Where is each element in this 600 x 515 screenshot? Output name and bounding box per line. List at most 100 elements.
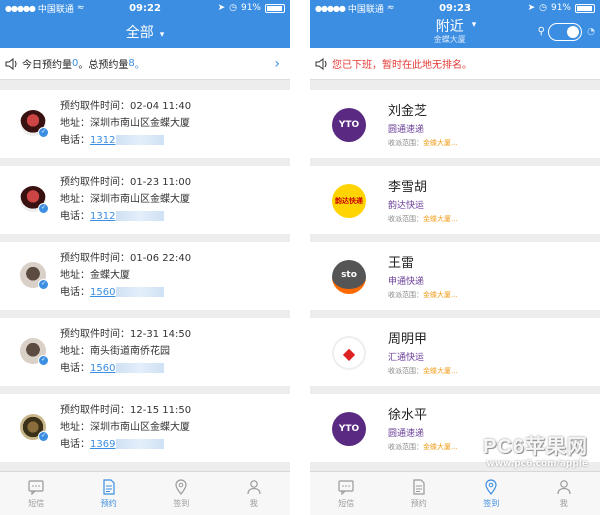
speaker-icon [315,57,327,70]
tab-messages[interactable]: 短信 [310,472,383,515]
ranking-notice: 您已下班，暂时在此地无排名。 [310,48,600,80]
yunda-logo: 韵达快递 [332,184,366,218]
phone-label: 电话： [60,287,90,298]
verified-icon: ✓ [38,203,49,214]
avatar: ✓ [20,186,49,214]
courier-company: 圆通速递 [388,429,425,439]
status-time: 09:22 [129,2,161,14]
appointment-card[interactable]: ✓ 预约取件时间：02-04 11:40 地址：深圳市南山区金蝶大厦 电话：13… [0,90,290,158]
huitong-logo: ◆ [332,336,366,370]
pickup-address: 地址：深圳市南山区金蝶大厦 [60,118,190,129]
phone-link[interactable]: 1312 [90,211,115,222]
appointment-card[interactable]: ✓ 预约取件时间：12-31 14:50 地址：南头街道南侨花园 电话：1560 [0,318,290,386]
phone-label: 电话： [60,135,90,146]
phone-label: 电话： [60,211,90,222]
nav-bar: 全部 ▾ [0,16,290,48]
masked-number [116,287,165,297]
verified-icon: ✓ [38,127,49,138]
courier-company: 汇通快运 [388,353,425,363]
filter-dropdown[interactable]: 全部 ▾ [126,22,165,42]
notice-period: 。 [134,60,145,71]
page-title: 全部 [125,25,154,41]
tab-appointments[interactable]: 预约 [73,472,146,515]
courier-company: 圆通速递 [388,125,425,135]
courier-item[interactable]: sto 王雷 申通快递 收派范围：金蝶大厦... [310,242,600,310]
offline-message: 您已下班，暂时在此地无排名。 [332,60,472,71]
phone-link[interactable]: 1312 [90,135,115,146]
tab-checkin[interactable]: 签到 [145,472,218,515]
pickup-address: 地址：深圳市南山区金蝶大厦 [60,194,190,205]
range-area: 金蝶大厦... [423,443,458,451]
avatar: ✓ [20,414,49,442]
location-dropdown[interactable]: 附近 金蝶大厦 ▾ [434,20,477,44]
tab-label: 我 [559,498,568,508]
tab-messages[interactable]: 短信 [0,472,73,515]
tab-me[interactable]: 我 [528,472,600,515]
speaker-icon [5,57,17,70]
phone-link[interactable]: 1369 [90,439,115,450]
right-phone-screen: ●●●●● 中国联通 ≈ 09:23 ➤ ◷ 91% 附近 金蝶大厦 ▾ ⚲ ◔… [310,0,600,515]
avatar: ✓ [20,110,49,138]
avatar: ✓ [20,262,49,290]
phone-link[interactable]: 1560 [90,363,115,374]
verified-icon: ✓ [38,355,49,366]
verified-icon: ✓ [38,431,49,442]
header: ●●●●● 中国联通 ≈ 09:22 ➤ ◷ 91% 全部 ▾ [0,0,290,48]
person-icon [247,479,261,494]
stats-banner[interactable]: 今日预约量 0 。总预约量 8 。 › [0,48,290,80]
header: ●●●●● 中国联通 ≈ 09:23 ➤ ◷ 91% 附近 金蝶大厦 ▾ ⚲ ◔ [310,0,600,48]
message-icon [28,479,44,495]
bell-icon: ◔ [587,27,595,37]
location-icon [485,478,497,495]
appointment-card[interactable]: ✓ 预约取件时间：01-23 11:00 地址：深圳市南山区金蝶大厦 电话：13… [0,166,290,234]
range-label: 收派范围： [388,443,423,451]
courier-name: 刘金芝 [388,104,428,119]
range-label: 收派范围： [388,291,423,299]
status-bar: ●●●●● 中国联通 ≈ 09:23 ➤ ◷ 91% [310,0,600,16]
pickup-address: 地址：南头街道南侨花园 [60,346,170,357]
tab-label: 短信 [28,498,45,508]
chevron-right-icon[interactable]: › [274,56,280,72]
range-area: 金蝶大厦... [423,215,458,223]
range-area: 金蝶大厦... [423,291,458,299]
tab-checkin[interactable]: 签到 [455,472,528,515]
tab-label: 短信 [338,498,355,508]
watermark: PC6苹果网 www.pc6.com/apple [483,430,588,469]
courier-item[interactable]: YTO 刘金芝 圆通速递 收派范围：金蝶大厦... [310,90,600,158]
pickup-address: 地址：金蝶大厦 [60,270,130,281]
courier-item[interactable]: ◆ 周明甲 汇通快运 收派范围：金蝶大厦... [310,318,600,386]
pickup-address: 地址：深圳市南山区金蝶大厦 [60,422,190,433]
courier-list: YTO 刘金芝 圆通速递 收派范围：金蝶大厦... 韵达快递 李雪胡 韵达快运 … [310,90,600,462]
courier-name: 王雷 [388,256,415,271]
status-time: 09:23 [439,2,471,14]
ranking-icon: ⚲ [537,26,545,37]
tab-label: 签到 [173,498,190,508]
range-area: 金蝶大厦... [423,139,458,147]
location-icon [175,478,187,495]
phone-link[interactable]: 1560 [90,287,115,298]
appointment-card[interactable]: ✓ 预约取件时间：12-15 11:50 地址：深圳市南山区金蝶大厦 电话：13… [0,394,290,462]
yto-logo: YTO [332,108,366,142]
verified-icon: ✓ [38,279,49,290]
pickup-time: 预约取件时间：01-23 11:00 [60,177,192,188]
watermark-title: PC6苹果网 [483,436,588,458]
left-phone-screen: ●●●●● 中国联通 ≈ 09:22 ➤ ◷ 91% 全部 ▾ 今日预约量 0 。… [0,0,290,515]
toggle-knob [567,26,579,38]
range-label: 收派范围： [388,215,423,223]
courier-company: 韵达快运 [388,201,425,211]
appointment-card[interactable]: ✓ 预约取件时间：01-06 22:40 地址：金蝶大厦 电话：1560 [0,242,290,310]
message-icon [338,479,354,495]
online-toggle[interactable] [548,23,582,41]
range-area: 金蝶大厦... [423,367,458,375]
person-icon [557,479,571,494]
tab-appointments[interactable]: 预约 [383,472,456,515]
courier-item[interactable]: 韵达快递 李雪胡 韵达快运 收派范围：金蝶大厦... [310,166,600,234]
masked-number [116,363,165,373]
tab-me[interactable]: 我 [218,472,291,515]
location-subtitle: 金蝶大厦 [433,35,466,44]
tab-label: 我 [249,498,258,508]
range-label: 收派范围： [388,367,423,375]
sto-logo: sto [332,260,366,294]
nav-bar: 附近 金蝶大厦 ▾ ⚲ ◔ [310,16,600,48]
yto-logo: YTO [332,412,366,446]
